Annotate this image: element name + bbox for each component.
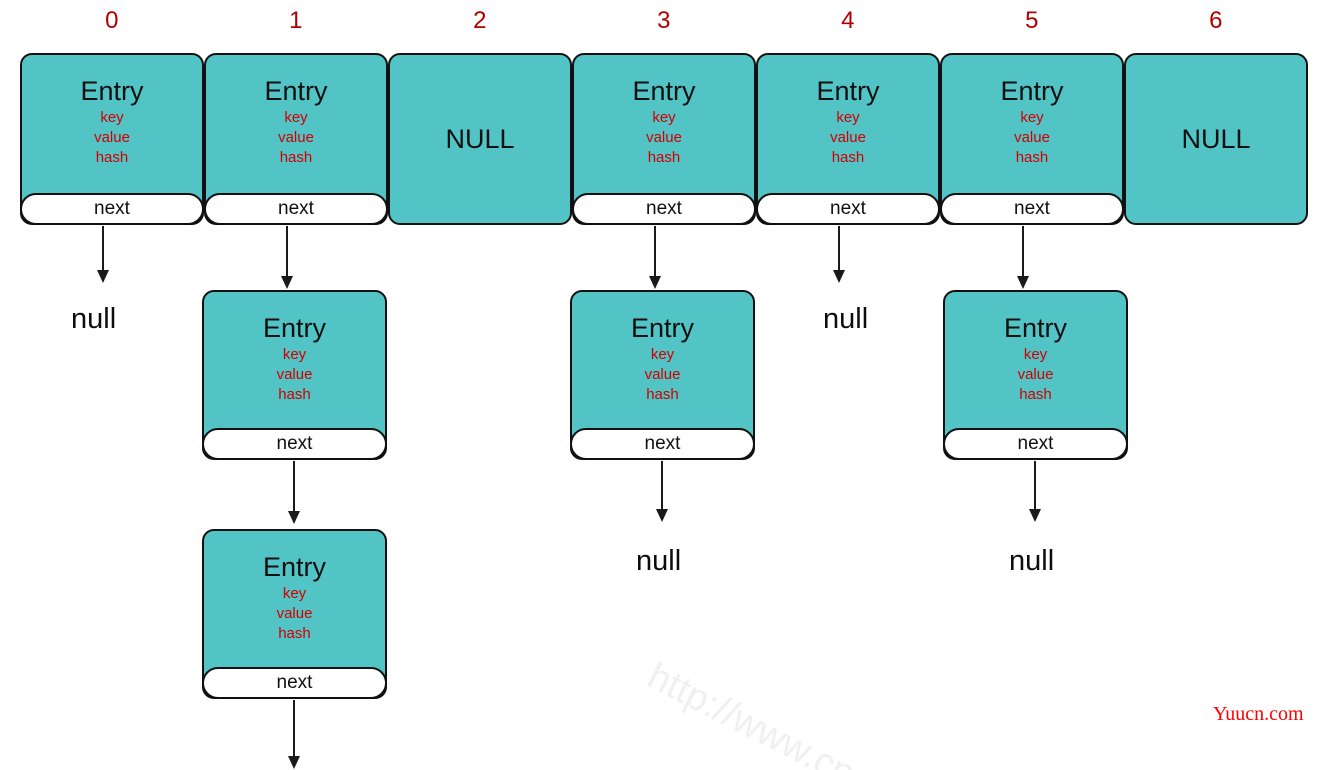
entry-field-value: value <box>644 366 681 383</box>
entry-fields: key value hash <box>830 108 866 168</box>
bucket-index-2: 2 <box>473 7 487 34</box>
entry-fields: key value hash <box>278 108 314 168</box>
entry-field-hash: hash <box>1015 149 1049 166</box>
entry-fields: key value hash <box>645 345 681 405</box>
chain-node-c3r2[interactable]: Entry key value hash next <box>570 290 755 460</box>
next-pointer-slot[interactable]: next <box>572 193 756 225</box>
entry-title: Entry <box>630 313 695 343</box>
entry-field-hash: hash <box>95 149 129 166</box>
null-terminator-bucket0: null <box>71 303 117 335</box>
entry-title: Entry <box>1003 313 1068 343</box>
bucket-index-5: 5 <box>1025 7 1039 34</box>
bucket-cell-3[interactable]: Entry key value hash next <box>572 53 756 225</box>
entry-field-value: value <box>646 129 682 146</box>
next-pointer-slot[interactable]: next <box>202 428 387 460</box>
entry-field-value: value <box>1017 366 1054 383</box>
entry-field-value: value <box>1014 129 1050 146</box>
bucket-cell-2[interactable]: NULL <box>388 53 572 225</box>
entry-fields: key value hash <box>1018 345 1054 405</box>
entry-field-value: value <box>276 605 313 622</box>
entry-field-value: value <box>278 129 314 146</box>
entry-field-key: key <box>1020 109 1044 126</box>
entry-field-hash: hash <box>278 625 311 642</box>
bucket-index-1: 1 <box>289 7 303 34</box>
entry-field-value: value <box>94 129 130 146</box>
entry-field-hash: hash <box>279 149 313 166</box>
entry-field-hash: hash <box>1019 386 1052 403</box>
null-terminator-chain3: null <box>636 545 682 577</box>
bucket-cell-1[interactable]: Entry key value hash next <box>204 53 388 225</box>
site-watermark: Yuucn.com <box>1213 703 1304 725</box>
entry-field-key: key <box>1023 346 1048 363</box>
entry-fields: key value hash <box>277 584 313 644</box>
arrow-bucket4-to-null <box>833 226 845 283</box>
chain-node-c5r2[interactable]: Entry key value hash next <box>943 290 1128 460</box>
entry-field-key: key <box>284 109 308 126</box>
bucket-index-3: 3 <box>657 7 671 34</box>
entry-field-key: key <box>836 109 860 126</box>
bucket-cell-6[interactable]: NULL <box>1124 53 1308 225</box>
entry-field-key: key <box>650 346 675 363</box>
entry-title: Entry <box>262 552 327 582</box>
entry-field-hash: hash <box>278 386 311 403</box>
entry-title: Entry <box>262 313 327 343</box>
chain-node-c1r3[interactable]: Entry key value hash next <box>202 529 387 699</box>
bucket-content-6: NULL <box>1126 55 1306 223</box>
entry-field-hash: hash <box>831 149 865 166</box>
entry-fields: key value hash <box>94 108 130 168</box>
arrow-c1r3-continues <box>288 700 300 770</box>
entry-title: Entry <box>264 76 328 106</box>
null-terminator-chain5: null <box>1009 545 1055 577</box>
null-cell-label: NULL <box>445 123 515 154</box>
arrow-c1r2-to-c1r3 <box>288 461 300 525</box>
entry-title: Entry <box>80 76 144 106</box>
entry-fields: key value hash <box>277 345 313 405</box>
entry-title: Entry <box>816 76 880 106</box>
next-pointer-slot[interactable]: next <box>940 193 1124 225</box>
next-pointer-slot[interactable]: next <box>202 667 387 699</box>
bucket-cell-0[interactable]: Entry key value hash next <box>20 53 204 225</box>
entry-title: Entry <box>632 76 696 106</box>
bucket-index-0: 0 <box>105 7 119 34</box>
diagram-canvas: 0 1 2 3 4 5 6 Entry key value hash next … <box>0 0 1326 770</box>
arrow-bucket3-to-node <box>649 226 661 290</box>
arrow-bucket5-to-node <box>1017 226 1029 290</box>
next-pointer-slot[interactable]: next <box>204 193 388 225</box>
entry-fields: key value hash <box>1014 108 1050 168</box>
entry-field-key: key <box>652 109 676 126</box>
bucket-content-2: NULL <box>390 55 570 223</box>
bucket-index-6: 6 <box>1209 7 1223 34</box>
entry-field-key: key <box>282 346 307 363</box>
null-terminator-bucket4: null <box>823 303 869 335</box>
chain-node-c1r2[interactable]: Entry key value hash next <box>202 290 387 460</box>
arrow-c3r2-to-null <box>656 461 668 523</box>
next-pointer-slot[interactable]: next <box>756 193 940 225</box>
arrow-bucket1-to-node <box>281 226 293 290</box>
entry-title: Entry <box>1000 76 1064 106</box>
null-cell-label: NULL <box>1181 123 1251 154</box>
url-watermark: http://www.cn <box>640 655 862 770</box>
entry-field-hash: hash <box>647 149 681 166</box>
next-pointer-slot[interactable]: next <box>570 428 755 460</box>
bucket-cell-4[interactable]: Entry key value hash next <box>756 53 940 225</box>
entry-field-value: value <box>276 366 313 383</box>
entry-field-hash: hash <box>646 386 679 403</box>
next-pointer-slot[interactable]: next <box>20 193 204 225</box>
next-pointer-slot[interactable]: next <box>943 428 1128 460</box>
bucket-cell-5[interactable]: Entry key value hash next <box>940 53 1124 225</box>
arrow-c5r2-to-null <box>1029 461 1041 523</box>
entry-field-key: key <box>100 109 124 126</box>
entry-field-key: key <box>282 585 307 602</box>
arrow-bucket0-to-null <box>97 226 109 283</box>
entry-fields: key value hash <box>646 108 682 168</box>
bucket-index-4: 4 <box>841 7 855 34</box>
entry-field-value: value <box>830 129 866 146</box>
